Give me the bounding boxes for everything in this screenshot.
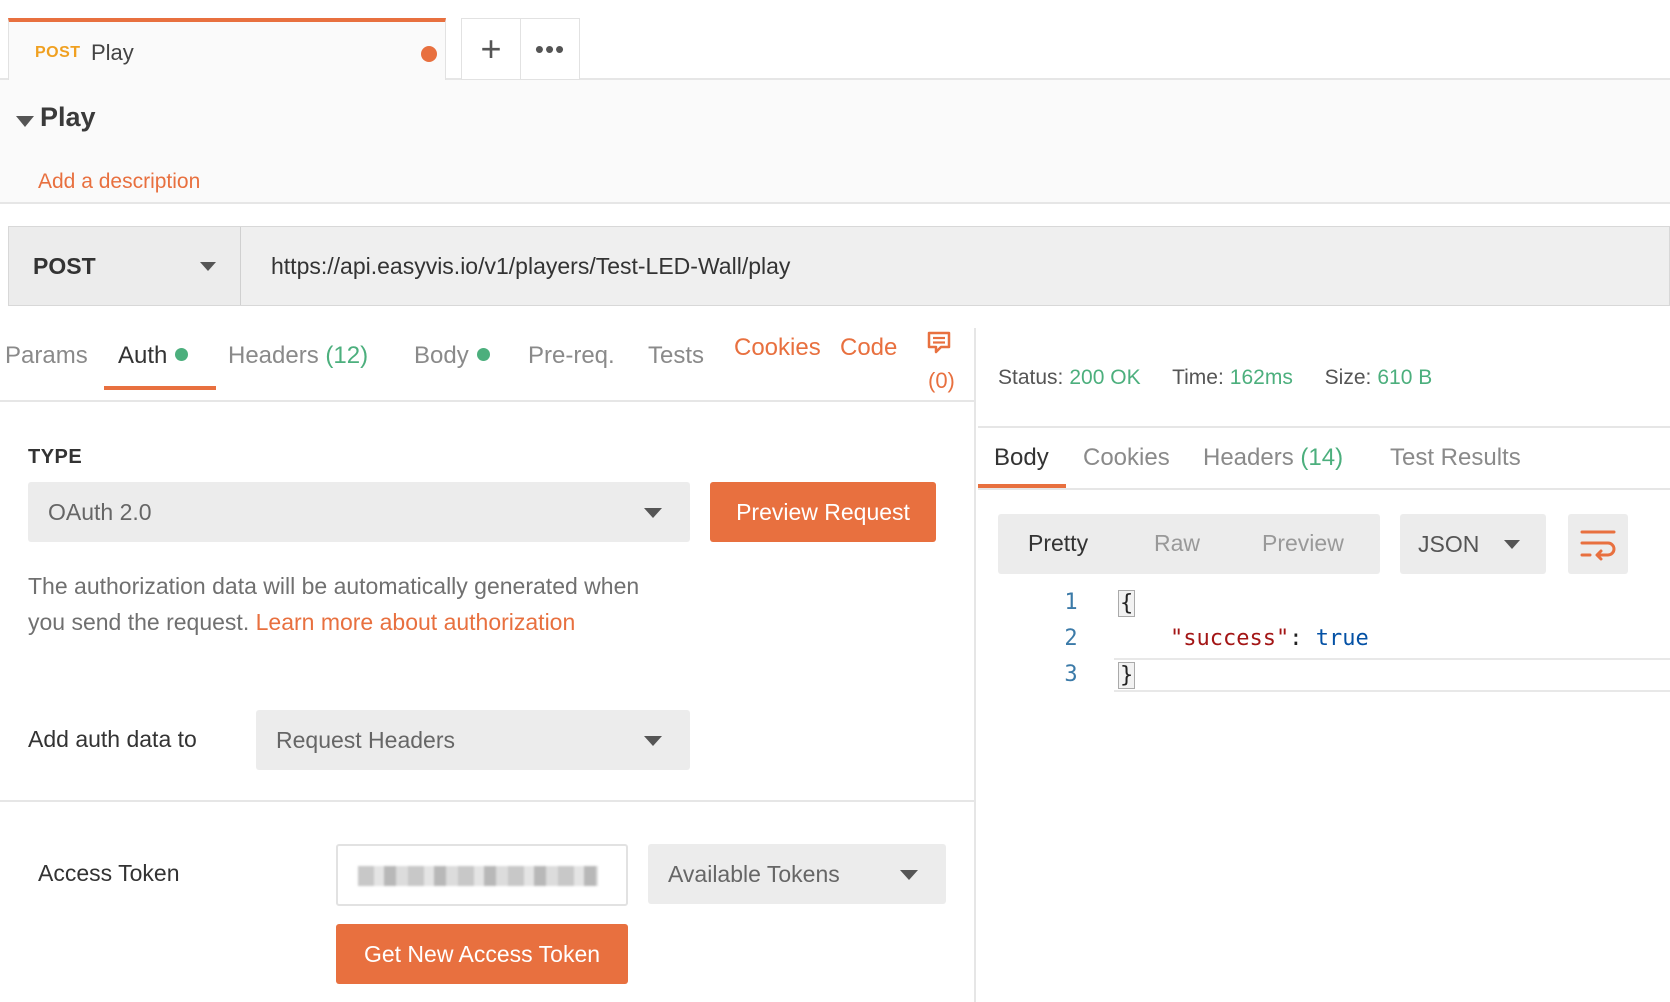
auth-type-value: OAuth 2.0 [48,499,152,525]
size-value: 610 B [1377,366,1433,389]
unsaved-changes-dot-icon [421,46,437,62]
response-headers-count: (14) [1300,444,1344,471]
request-header: Play Add a description [0,80,1670,204]
add-auth-data-label: Add auth data to [28,726,197,752]
add-description-link[interactable]: Add a description [38,170,200,194]
time-value: 162ms [1229,366,1293,389]
status-label: Status: [998,366,1064,389]
json-value: true [1315,626,1369,651]
available-tokens-select[interactable]: Available Tokens [648,844,946,904]
status-value: 200 OK [1069,366,1141,389]
request-title: Play [40,102,96,132]
format-value: JSON [1418,531,1480,557]
json-key: "success" [1170,626,1290,651]
section-divider [0,800,976,802]
auth-info-text: The authorization data will be automatic… [28,568,668,640]
headers-count: (12) [325,342,369,369]
tab-auth[interactable]: Auth [118,342,189,370]
open-brace: { [1118,590,1136,617]
method-select[interactable]: POST [9,227,241,305]
response-tab-body[interactable]: Body [994,444,1049,472]
learn-more-link[interactable]: Learn more about authorization [256,609,576,635]
access-token-input[interactable] [336,844,628,906]
line-number: 1 [1064,590,1078,615]
view-preview[interactable]: Preview [1262,530,1344,557]
json-colon: : [1289,626,1316,651]
response-tabs: Body Cookies Headers (14) Test Results [978,426,1670,490]
more-tabs-button[interactable]: ••• [520,18,580,80]
line-number: 3 [1064,662,1078,687]
chevron-down-icon [1504,540,1520,549]
url-input[interactable]: https://api.easyvis.io/v1/players/Test-L… [241,227,1669,305]
line-number: 2 [1064,626,1078,651]
code-line: { [1118,590,1136,617]
tab-prerequest[interactable]: Pre-req. [528,342,615,370]
wrap-lines-icon [1580,530,1616,561]
code-line: "success": true [1170,626,1369,651]
size-label: Size: [1324,366,1372,389]
response-tab-headers-label: Headers [1203,444,1294,471]
chevron-down-icon [900,870,918,880]
view-raw[interactable]: Raw [1154,530,1200,557]
time-label: Time: [1172,366,1224,389]
wrap-lines-button[interactable] [1568,514,1628,574]
collapse-caret-icon[interactable] [16,116,34,127]
tab-headers[interactable]: Headers (12) [228,342,368,370]
tab-tests[interactable]: Tests [648,342,704,370]
format-select[interactable]: JSON [1400,514,1546,574]
chevron-down-icon [200,262,216,271]
tab-params[interactable]: Params [5,342,88,370]
available-tokens-label: Available Tokens [668,861,840,887]
tab-body[interactable]: Body [414,342,490,370]
tab-body-label: Body [414,342,469,369]
response-tab-headers[interactable]: Headers (14) [1203,444,1343,472]
tab-bar: POST Play + ••• [0,0,1670,82]
close-brace: } [1118,662,1136,689]
add-auth-data-value: Request Headers [276,727,455,753]
active-tab-underline [978,484,1066,488]
response-body-code[interactable]: 1 2 3 { "success": true } [978,590,1670,710]
response-tab-cookies[interactable]: Cookies [1083,444,1170,472]
request-pane: Params Auth Headers (12) Body Pre-req. T… [0,328,976,1002]
request-tabs: Params Auth Headers (12) Body Pre-req. T… [0,328,976,402]
tab-auth-label: Auth [118,342,168,369]
comments-count: (0) [928,368,955,393]
request-tab-play[interactable]: POST Play [8,18,446,82]
auth-set-dot-icon [175,348,189,361]
get-new-access-token-button[interactable]: Get New Access Token [336,924,628,984]
redacted-token [358,866,598,886]
chevron-down-icon [644,736,662,746]
cookies-link[interactable]: Cookies [734,334,821,362]
response-tab-test-results[interactable]: Test Results [1390,444,1521,472]
preview-request-button[interactable]: Preview Request [710,482,936,542]
response-pane: Status: 200 OK Time: 162ms Size: 610 B Body… [978,328,1670,1002]
view-mode-group: Pretty Raw Preview [998,514,1380,574]
active-tab-underline [104,386,216,390]
method-select-label: POST [33,253,96,279]
view-pretty[interactable]: Pretty [1028,530,1088,557]
tab-headers-label: Headers [228,342,319,369]
tab-title: Play [91,40,134,65]
auth-type-label: TYPE [28,446,83,468]
add-auth-data-select[interactable]: Request Headers [256,710,690,770]
access-token-label: Access Token [38,860,180,886]
chevron-down-icon [644,508,662,518]
code-line: } [1118,662,1136,689]
tab-method-badge: POST [35,44,81,61]
code-link[interactable]: Code [840,334,897,362]
url-bar: POST https://api.easyvis.io/v1/players/T… [8,226,1670,306]
current-line-highlight [1114,658,1670,692]
response-meta: Status: 200 OK Time: 162ms Size: 610 B [998,366,1458,390]
comments-icon[interactable] [926,330,952,356]
body-set-dot-icon [476,348,490,361]
auth-type-select[interactable]: OAuth 2.0 [28,482,690,542]
new-tab-button[interactable]: + [461,18,521,80]
